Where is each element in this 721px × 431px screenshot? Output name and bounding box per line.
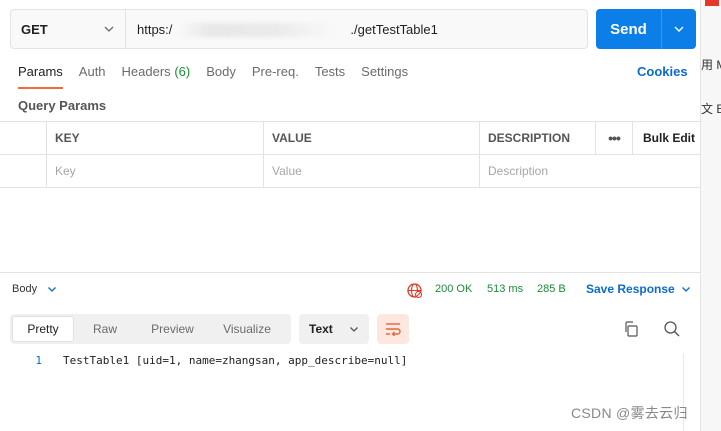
response-code-line: 1 TestTable1 [uid=1, name=zhangsan, app_… [0, 354, 690, 367]
checkbox-column-header [0, 122, 47, 154]
flag-icon [705, 0, 719, 6]
bulk-edit-button[interactable]: Bulk Edit [633, 122, 700, 154]
chevron-down-icon [104, 26, 114, 32]
url-bar: GET https:/ ./getTestTable1 [10, 9, 588, 49]
clipped-text-2: 文 E [701, 102, 721, 116]
row-filler [633, 155, 700, 187]
search-icon[interactable] [663, 320, 680, 337]
table-row: Key Value Description [0, 155, 700, 188]
tab-auth[interactable]: Auth [79, 64, 106, 86]
view-tab-pretty[interactable]: Pretty [12, 316, 74, 342]
tab-label: Body [206, 64, 236, 79]
bulk-edit-label: Bulk Edit [643, 131, 696, 145]
chevron-down-icon [48, 287, 57, 292]
tab-tests[interactable]: Tests [315, 64, 345, 86]
send-button-group: Send [596, 9, 696, 49]
tab-label: Headers [121, 64, 171, 79]
clipped-text-1: 用 M [701, 58, 721, 72]
value-column-header: VALUE [264, 122, 480, 154]
request-tabs: Params Auth Headers (6) Body Pre-req. Te… [18, 64, 424, 92]
view-tab-raw[interactable]: Raw [74, 316, 136, 342]
key-column-header: KEY [47, 122, 264, 154]
wrap-lines-icon [386, 323, 401, 336]
response-view-tabs: Pretty Raw Preview Visualize [10, 314, 291, 344]
cookies-link[interactable]: Cookies [637, 64, 688, 79]
table-header-row: KEY VALUE DESCRIPTION ••• Bulk Edit [0, 122, 700, 155]
tab-body[interactable]: Body [206, 64, 236, 86]
response-size[interactable]: 285 B [537, 283, 566, 295]
chevron-down-icon [674, 26, 684, 32]
tab-pre-request[interactable]: Pre-req. [252, 64, 299, 86]
description-input[interactable]: Description [480, 155, 633, 187]
url-suffix: ./getTestTable1 [350, 21, 438, 37]
query-params-title: Query Params [18, 98, 107, 113]
save-response-button[interactable]: Save Response [586, 282, 691, 296]
tab-label: Params [18, 64, 63, 79]
tab-params[interactable]: Params [18, 64, 63, 89]
tab-label: Tests [314, 64, 346, 79]
response-body-label: Body [12, 283, 38, 295]
format-select[interactable]: Text [299, 314, 369, 344]
format-label: Text [309, 322, 333, 336]
key-input[interactable]: Key [47, 155, 264, 187]
method-select[interactable]: GET [11, 10, 126, 48]
postman-request-panel: GET https:/ ./getTestTable1 Send Params … [0, 0, 700, 431]
description-column-header: DESCRIPTION [480, 122, 596, 154]
response-time[interactable]: 513 ms [487, 283, 523, 295]
more-dots-icon: ••• [608, 130, 621, 146]
row-checkbox-cell [0, 155, 47, 187]
url-prefix: https:/ [137, 21, 173, 37]
redacted-url-blur [178, 23, 338, 37]
tab-label: Pre-req. [251, 64, 299, 79]
response-divider[interactable] [0, 272, 700, 273]
headers-count-badge: (6) [174, 64, 191, 79]
params-table: KEY VALUE DESCRIPTION ••• Bulk Edit Key … [0, 121, 700, 188]
chevron-down-icon [681, 287, 690, 292]
view-tab-visualize[interactable]: Visualize [209, 316, 285, 342]
copy-icon[interactable] [623, 321, 639, 337]
tab-settings[interactable]: Settings [361, 64, 408, 86]
watermark: CSDN @雾去云归 [571, 405, 688, 421]
globe-icon[interactable] [406, 282, 423, 299]
tab-label: Settings [361, 64, 409, 79]
chevron-down-icon [350, 327, 358, 332]
view-tab-preview[interactable]: Preview [136, 316, 209, 342]
line-text: TestTable1 [uid=1, name=zhangsan, app_de… [63, 354, 408, 367]
wrap-lines-button[interactable] [377, 314, 409, 344]
url-input[interactable]: https:/ ./getTestTable1 [126, 10, 587, 48]
more-options-button[interactable]: ••• [596, 122, 633, 154]
save-response-label: Save Response [586, 282, 675, 296]
send-dropdown-button[interactable] [662, 9, 696, 49]
status-code[interactable]: 200 OK [435, 283, 472, 295]
response-body-select[interactable]: Body [12, 283, 57, 295]
method-label: GET [21, 21, 48, 37]
adjacent-window-strip: 用 M 文 E [700, 0, 721, 431]
tab-label: Auth [78, 64, 106, 79]
send-button[interactable]: Send [596, 9, 662, 49]
line-number: 1 [35, 354, 42, 367]
tab-headers[interactable]: Headers (6) [122, 64, 191, 86]
value-input[interactable]: Value [264, 155, 480, 187]
